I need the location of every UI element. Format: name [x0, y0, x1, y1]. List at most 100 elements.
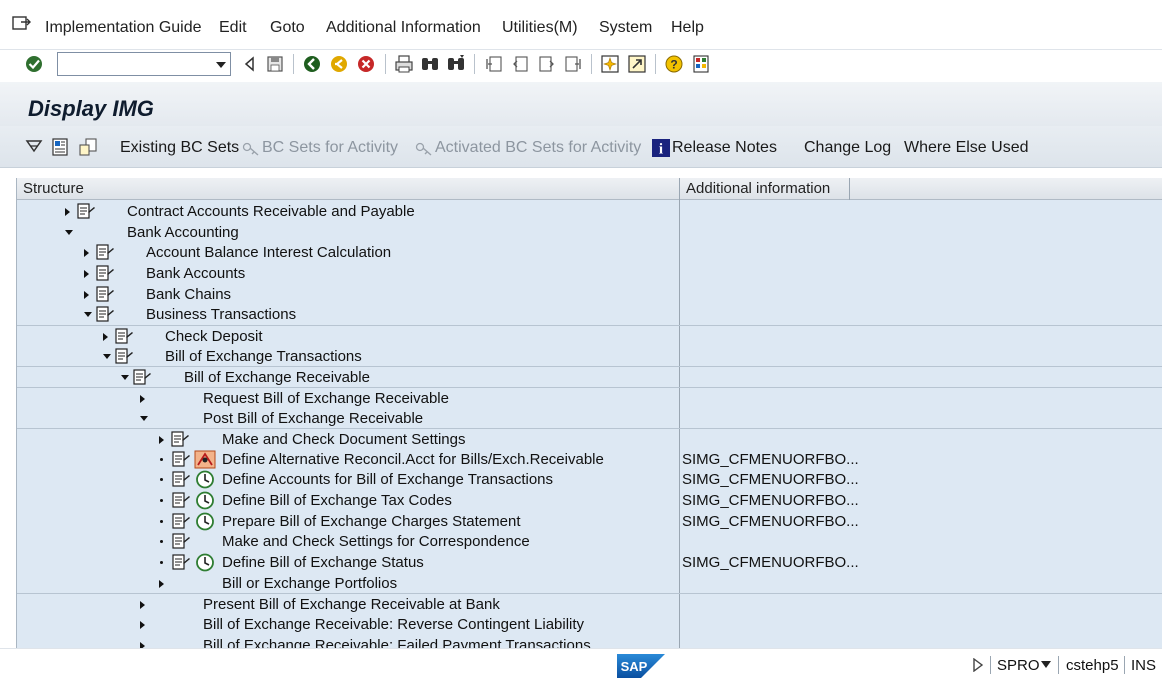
- command-field[interactable]: [57, 52, 231, 76]
- documentation-icon[interactable]: [95, 244, 115, 261]
- find-next-icon[interactable]: [446, 54, 466, 74]
- column-divider[interactable]: [849, 178, 850, 200]
- documentation-icon[interactable]: [170, 431, 190, 448]
- tree-node-label[interactable]: Define Alternative Reconcil.Acct for Bil…: [222, 451, 604, 468]
- back-icon[interactable]: [240, 54, 260, 74]
- expand-node-icon[interactable]: [140, 621, 145, 629]
- tree-row[interactable]: Define Accounts for Bill of Exchange Tra…: [17, 469, 1162, 490]
- tree-node-label[interactable]: Request Bill of Exchange Receivable: [203, 390, 449, 407]
- tree-row[interactable]: Make and Check Settings for Corresponden…: [17, 531, 1162, 552]
- tree-node-label[interactable]: Present Bill of Exchange Receivable at B…: [203, 596, 500, 613]
- column-header-structure[interactable]: Structure: [23, 180, 84, 197]
- documentation-icon[interactable]: [76, 203, 96, 220]
- tree-node-label[interactable]: Prepare Bill of Exchange Charges Stateme…: [222, 513, 521, 530]
- documentation-icon[interactable]: [171, 533, 191, 550]
- menu-entry-icon[interactable]: [12, 16, 32, 32]
- documentation-icon[interactable]: [132, 369, 152, 386]
- menu-help[interactable]: Help: [671, 19, 704, 37]
- menu-system[interactable]: System: [599, 19, 652, 37]
- tree-node-label[interactable]: Bill of Exchange Transactions: [165, 348, 362, 365]
- expand-node-icon[interactable]: [84, 269, 89, 278]
- documentation-icon[interactable]: [171, 451, 191, 468]
- tree-node-label[interactable]: Bank Chains: [146, 286, 231, 303]
- back-green-icon[interactable]: [302, 54, 322, 74]
- tree-row[interactable]: Define Bill of Exchange Status SIMG_CFMEN…: [17, 552, 1162, 573]
- expand-node-icon[interactable]: [84, 290, 89, 299]
- menu-edit[interactable]: Edit: [219, 19, 247, 37]
- tree-node-label[interactable]: Bill or Exchange Portfolios: [222, 575, 397, 592]
- tree-row[interactable]: Bill of Exchange Receivable: [17, 366, 1162, 387]
- execute-activity-icon[interactable]: [195, 491, 215, 510]
- tree-row[interactable]: Make and Check Document Settings: [17, 428, 1162, 449]
- bc-sets-for-activity-button[interactable]: BC Sets for Activity: [262, 139, 398, 157]
- menu-additional-information[interactable]: Additional Information: [326, 19, 481, 37]
- menu-utilities[interactable]: Utilities(M): [502, 19, 578, 37]
- collapse-node-icon[interactable]: [140, 415, 148, 421]
- expand-node-icon[interactable]: [103, 332, 108, 341]
- documentation-icon[interactable]: [171, 492, 191, 509]
- tree-row[interactable]: Post Bill of Exchange Receivable: [17, 408, 1162, 429]
- tree-row[interactable]: Bank Accounts: [17, 263, 1162, 284]
- tree-row[interactable]: Bill of Exchange Receivable: Reverse Con…: [17, 614, 1162, 635]
- activity-customizing-icon[interactable]: [194, 450, 216, 469]
- expand-node-icon[interactable]: [65, 208, 70, 216]
- expand-subtree-icon[interactable]: [24, 137, 44, 157]
- find-icon[interactable]: [420, 54, 440, 74]
- tree-row[interactable]: Bill or Exchange Portfolios: [17, 573, 1162, 594]
- menu-goto[interactable]: Goto: [270, 19, 305, 37]
- first-page-icon[interactable]: [484, 54, 504, 74]
- tree-row[interactable]: Bill of Exchange Receivable: Failed Paym…: [17, 635, 1162, 648]
- tree-row[interactable]: Contract Accounts Receivable and Payable: [17, 201, 1162, 222]
- tree-node-label[interactable]: Check Deposit: [165, 328, 263, 345]
- menu-implementation-guide[interactable]: Implementation Guide: [45, 19, 202, 37]
- tree-node-label[interactable]: Define Accounts for Bill of Exchange Tra…: [222, 471, 553, 488]
- tree-node-label[interactable]: Define Bill of Exchange Status: [222, 554, 424, 571]
- column-header-additional-information[interactable]: Additional information: [686, 180, 830, 197]
- tree-node-label[interactable]: Bank Accounts: [146, 265, 245, 282]
- exit-icon[interactable]: [329, 54, 349, 74]
- tree-row[interactable]: Define Bill of Exchange Tax Codes SIMG_CF…: [17, 490, 1162, 511]
- tree-row[interactable]: Bank Chains: [17, 284, 1162, 305]
- command-input[interactable]: [58, 53, 208, 75]
- tree-node-label[interactable]: Bill of Exchange Receivable: Failed Paym…: [203, 637, 591, 648]
- tree-node-label[interactable]: Make and Check Document Settings: [222, 431, 465, 448]
- next-page-icon[interactable]: [537, 54, 557, 74]
- documentation-icon[interactable]: [114, 328, 134, 345]
- expand-node-icon[interactable]: [159, 579, 164, 588]
- documentation-icon[interactable]: [51, 137, 71, 157]
- tree-row[interactable]: Request Bill of Exchange Receivable: [17, 386, 1162, 408]
- shortcut-icon[interactable]: [627, 54, 647, 74]
- change-log-button[interactable]: Change Log: [804, 139, 891, 157]
- documentation-icon[interactable]: [95, 265, 115, 282]
- expand-node-icon[interactable]: [84, 249, 89, 258]
- tree-node-label[interactable]: Bill of Exchange Receivable: [184, 369, 370, 386]
- tree-row[interactable]: Prepare Bill of Exchange Charges Stateme…: [17, 511, 1162, 532]
- tree-node-label[interactable]: Contract Accounts Receivable and Payable: [127, 203, 415, 220]
- documentation-icon[interactable]: [171, 513, 191, 530]
- execute-activity-icon[interactable]: [195, 512, 215, 531]
- print-icon[interactable]: [394, 54, 414, 74]
- tree-node-label[interactable]: Define Bill of Exchange Tax Codes: [222, 492, 452, 509]
- enter-check-icon[interactable]: [24, 54, 44, 74]
- save-icon[interactable]: [265, 54, 285, 74]
- documentation-icon[interactable]: [95, 306, 115, 323]
- last-page-icon[interactable]: [563, 54, 583, 74]
- expand-node-icon[interactable]: [159, 436, 164, 445]
- where-else-used-button[interactable]: Where Else Used: [904, 139, 1029, 157]
- activated-bc-sets-button[interactable]: Activated BC Sets for Activity: [435, 139, 641, 157]
- tree-row[interactable]: Business Transactions: [17, 304, 1162, 325]
- where-used-icon[interactable]: [78, 137, 98, 157]
- chevron-down-icon[interactable]: [1041, 661, 1051, 669]
- tree-row[interactable]: Check Deposit: [17, 324, 1162, 346]
- cancel-icon[interactable]: [356, 54, 376, 74]
- layout-icon[interactable]: [691, 54, 711, 74]
- tree-node-label[interactable]: Make and Check Settings for Corresponden…: [222, 533, 530, 550]
- documentation-icon[interactable]: [114, 347, 134, 365]
- chevron-down-icon[interactable]: [216, 62, 226, 68]
- tree-node-label[interactable]: Account Balance Interest Calculation: [146, 244, 391, 261]
- status-expand-icon[interactable]: [972, 658, 984, 672]
- execute-activity-icon[interactable]: [195, 470, 215, 489]
- tree-row[interactable]: Present Bill of Exchange Receivable at B…: [17, 593, 1162, 614]
- column-divider[interactable]: [679, 178, 680, 200]
- collapse-node-icon[interactable]: [84, 312, 92, 318]
